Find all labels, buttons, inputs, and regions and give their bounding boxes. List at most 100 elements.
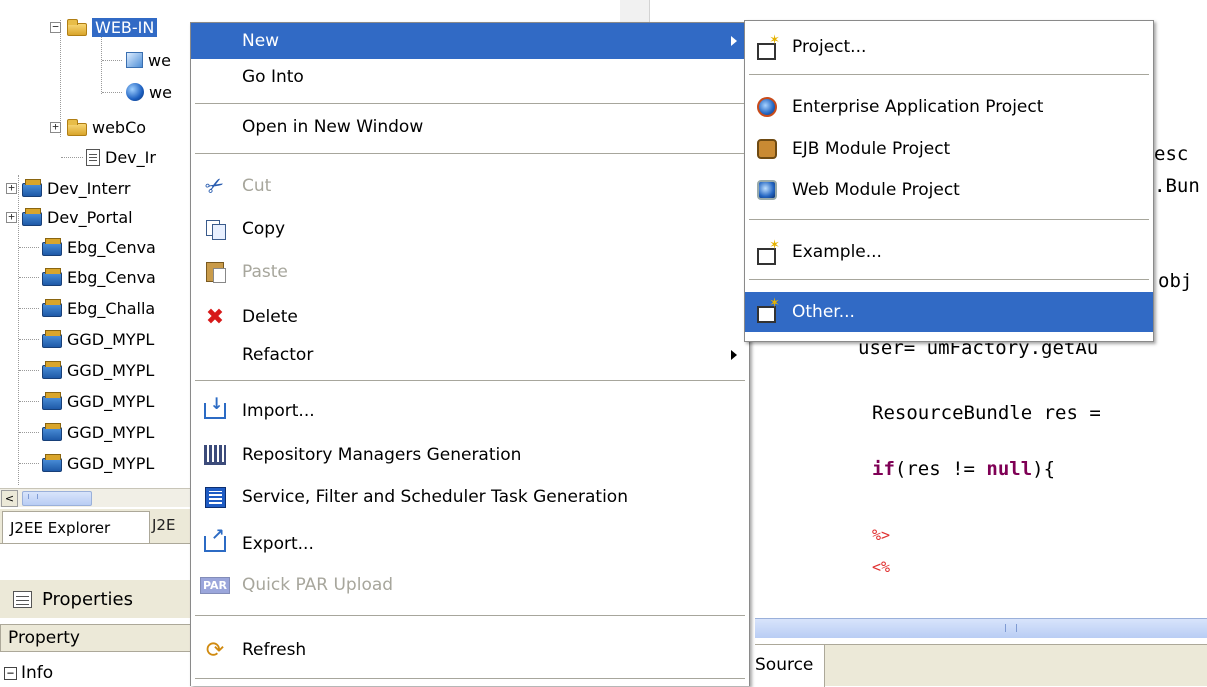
tree-branch-line: [19, 370, 39, 371]
submenu-item-project[interactable]: Project...: [745, 29, 1153, 65]
expand-icon[interactable]: +: [50, 121, 61, 133]
scroll-left-button[interactable]: <: [1, 490, 18, 507]
tree-branch-line: [19, 463, 39, 464]
keyword-null: null: [986, 458, 1033, 480]
code-text: (res !=: [894, 458, 987, 480]
tree-branch-line: [19, 339, 39, 340]
expand-icon[interactable]: +: [6, 182, 17, 194]
menu-item-label: Delete: [242, 307, 298, 327]
code-text: ){: [1032, 458, 1056, 480]
project-icon: [42, 237, 62, 256]
menu-item-label: Enterprise Application Project: [792, 97, 1044, 117]
submenu-item-web-module[interactable]: Web Module Project: [745, 172, 1153, 208]
tab-j2e[interactable]: J2E: [152, 516, 175, 534]
menu-item-label: Import...: [242, 401, 315, 421]
menu-item-label: Repository Managers Generation: [242, 445, 522, 465]
submenu-item-example[interactable]: Example...: [745, 234, 1153, 270]
delete-icon: ✖: [205, 304, 225, 330]
tree-item-label: Dev_Portal: [47, 207, 133, 227]
properties-view-header[interactable]: Properties: [0, 580, 195, 618]
wizard-icon: [755, 296, 780, 323]
project-icon: [42, 329, 62, 348]
menu-separator: [749, 74, 1149, 75]
tree-item-webcontent[interactable]: + webCo: [50, 114, 146, 140]
tab-source[interactable]: Source: [755, 645, 825, 687]
tree-item-dev-ir[interactable]: Dev_Ir: [86, 144, 156, 170]
properties-icon: [13, 590, 32, 608]
menu-item-label: Refactor: [242, 345, 314, 365]
tree-item-ggd-mypl-3[interactable]: GGD_MYPL: [42, 388, 154, 414]
menu-item-new[interactable]: New: [191, 23, 749, 59]
menu-item-cut[interactable]: ✂ Cut: [191, 168, 749, 204]
menu-item-label: EJB Module Project: [792, 139, 951, 159]
submenu-item-other[interactable]: Other...: [745, 292, 1153, 332]
ejb-module-icon: [755, 137, 779, 161]
globe-icon: [126, 83, 144, 101]
project-icon: [42, 360, 62, 379]
web-config-icon: [126, 52, 143, 68]
collapse-icon[interactable]: −: [50, 21, 61, 33]
property-row-info[interactable]: − Info: [0, 660, 53, 686]
menu-item-import[interactable]: Import...: [191, 393, 749, 429]
properties-title: Properties: [42, 588, 133, 610]
menu-item-label: New: [242, 31, 280, 51]
menu-item-label: Paste: [242, 262, 288, 282]
code-line-resourcebundle: ResourceBundle res =: [872, 402, 1101, 424]
menu-item-delete[interactable]: ✖ Delete: [191, 299, 749, 335]
par-icon: PAR: [199, 573, 231, 597]
property-column-header[interactable]: Property: [0, 624, 195, 652]
scissors-icon: ✂: [200, 170, 230, 202]
menu-item-service-filter-scheduler[interactable]: Service, Filter and Scheduler Task Gener…: [191, 479, 749, 515]
tree-item-web-xml[interactable]: we: [126, 47, 171, 73]
menu-item-repository-managers[interactable]: Repository Managers Generation: [191, 437, 749, 473]
menu-item-export[interactable]: Export...: [191, 525, 749, 562]
menu-item-go-into[interactable]: Go Into: [191, 59, 749, 95]
tree-item-ggd-mypl-1[interactable]: GGD_MYPL: [42, 326, 154, 352]
code-line-if: if(res != null){: [872, 458, 1055, 480]
repository-icon: [203, 443, 227, 467]
editor-horizontal-scrollbar[interactable]: [755, 618, 1207, 638]
tree-item-ggd-mypl-2[interactable]: GGD_MYPL: [42, 357, 154, 383]
tree-item-ebg-challa[interactable]: Ebg_Challa: [42, 295, 155, 321]
tree-horizontal-scrollbar[interactable]: <: [0, 488, 195, 507]
tree-branch-line: [19, 432, 39, 433]
scroll-grip-icon: [1005, 624, 1017, 632]
tree-item-label: webCo: [92, 117, 147, 137]
menu-item-refactor[interactable]: Refactor: [191, 337, 749, 373]
menu-item-refresh[interactable]: ⟳ Refresh: [191, 632, 749, 668]
tree-item-ebg-cenva-1[interactable]: Ebg_Cenva: [42, 234, 156, 260]
tree-item-ebg-cenva-2[interactable]: Ebg_Cenva: [42, 264, 156, 290]
tree-item-dev-intern[interactable]: + Dev_Interr: [6, 175, 130, 201]
tab-j2ee-explorer[interactable]: J2EE Explorer: [2, 511, 150, 543]
tree-branch-line: [61, 157, 83, 158]
folder-icon: [67, 118, 87, 136]
tree-branch-line: [102, 92, 122, 93]
tree-branch-line: [19, 247, 39, 248]
import-icon: [203, 394, 227, 423]
menu-item-open-in-new-window[interactable]: Open in New Window: [191, 109, 749, 145]
menu-item-copy[interactable]: Copy: [191, 211, 749, 247]
menu-item-label: Export...: [242, 534, 314, 554]
submenu-item-ejb-module[interactable]: EJB Module Project: [745, 131, 1153, 167]
menu-item-label: Refresh: [242, 640, 307, 660]
menu-item-paste[interactable]: Paste: [191, 254, 749, 290]
tree-item-label: Dev_Ir: [105, 147, 156, 167]
menu-item-quick-par-upload[interactable]: PAR Quick PAR Upload: [191, 567, 749, 603]
menu-item-label: Project...: [792, 37, 867, 57]
tree-item-dev-portal[interactable]: + Dev_Portal: [6, 204, 133, 230]
document-icon: [86, 148, 100, 166]
menu-separator: [195, 380, 745, 381]
code-fragment: esc: [1154, 143, 1189, 165]
new-submenu: Project... Enterprise Application Projec…: [744, 20, 1154, 342]
explorer-tab-bar: J2EE Explorer J2E: [0, 508, 195, 544]
tree-branch-line: [19, 277, 39, 278]
tree-item-ggd-mypl-4[interactable]: GGD_MYPL: [42, 419, 154, 445]
menu-item-label: Open in New Window: [242, 117, 424, 137]
menu-item-label: Service, Filter and Scheduler Task Gener…: [242, 487, 628, 507]
submenu-item-enterprise-application[interactable]: Enterprise Application Project: [745, 89, 1153, 125]
tree-item-web-globe[interactable]: we: [126, 79, 172, 105]
tree-item-web-inf[interactable]: − WEB-IN: [50, 14, 158, 40]
tree-item-ggd-mypl-5[interactable]: GGD_MYPL: [42, 450, 154, 476]
expand-icon[interactable]: +: [6, 211, 17, 223]
collapse-icon[interactable]: −: [4, 666, 17, 680]
